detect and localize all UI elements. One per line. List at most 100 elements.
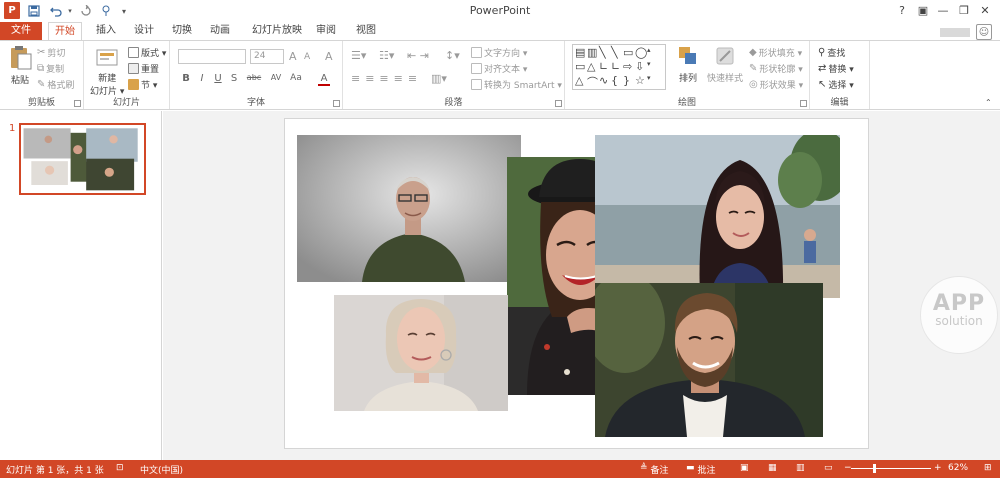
help-icon[interactable]: ?	[893, 2, 911, 19]
slide-editing-area[interactable]	[163, 111, 1000, 460]
touch-mode-icon[interactable]	[98, 3, 114, 19]
bullets-icon[interactable]: ☰▾	[351, 49, 366, 62]
copy-button[interactable]: ⧉ 复制	[37, 62, 64, 75]
shape-arc-icon[interactable]: △	[575, 74, 587, 88]
powerpoint-logo-icon[interactable]: P	[4, 2, 20, 19]
paste-button[interactable]: 粘贴	[7, 45, 33, 86]
save-icon[interactable]	[26, 3, 42, 19]
tab-view[interactable]: 视图	[352, 22, 380, 40]
reset-button[interactable]: 重置	[128, 62, 159, 75]
shape-brace2-icon[interactable]: }	[623, 74, 635, 88]
photo-woman-older[interactable]	[334, 295, 508, 411]
shape-rect2-icon[interactable]: ▭	[575, 60, 587, 74]
shape-fill-button[interactable]: ◆ 形状填充 ▾	[749, 46, 802, 59]
convert-smartart-button[interactable]: 转换为 SmartArt ▾	[471, 78, 562, 91]
tab-home[interactable]: 开始	[48, 22, 82, 41]
format-painter-button[interactable]: ✎ 格式刷	[37, 78, 74, 91]
tab-insert[interactable]: 插入	[92, 22, 120, 40]
notes-button[interactable]: ≜ 备注	[640, 463, 669, 476]
shape-textbox-icon[interactable]: ▤	[575, 46, 587, 60]
reading-view-icon[interactable]: ▥	[796, 463, 805, 473]
avatar[interactable]: ☺	[976, 24, 992, 40]
shape-oval-icon[interactable]: ◯	[635, 46, 647, 60]
slide-info[interactable]: 幻灯片 第 1 张，共 1 张	[6, 463, 104, 476]
photo-woman-outdoor[interactable]	[595, 135, 840, 298]
text-shadow-button[interactable]: S	[228, 73, 240, 84]
scroll-up-icon[interactable]: ▴	[647, 46, 659, 60]
fit-slide-icon[interactable]: ⊞	[984, 463, 992, 473]
zoom-in-button[interactable]: +	[934, 463, 942, 473]
shape-elbow-icon[interactable]: ∟	[599, 60, 611, 74]
dialog-launcher-icon[interactable]	[800, 100, 807, 107]
dialog-launcher-icon[interactable]	[74, 100, 81, 107]
photo-man-beard[interactable]	[595, 283, 823, 437]
slide-thumbnail[interactable]	[19, 123, 146, 195]
zoom-percent[interactable]: 62%	[948, 463, 968, 473]
user-account[interactable]: ☺	[940, 24, 992, 40]
tab-slideshow[interactable]: 幻灯片放映	[250, 22, 304, 40]
shapes-gallery[interactable]: ▤ ▥ ╲ ╲ ▭ ◯ ▴ ▭ △ ∟ ∟ ⇨ ⇩ ▾ △ ⌒ ∿{} ☆ ▾	[572, 44, 666, 90]
font-color-button[interactable]: A	[318, 73, 330, 86]
layout-button[interactable]: 版式 ▾	[128, 46, 166, 59]
shrink-font-button[interactable]: A	[304, 52, 310, 62]
shape-brace-icon[interactable]: {	[611, 74, 623, 88]
indent-icon[interactable]: ⇤ ⇥	[407, 49, 429, 62]
bold-button[interactable]: B	[180, 73, 192, 84]
character-spacing-button[interactable]: AV	[268, 73, 284, 82]
zoom-slider[interactable]	[851, 464, 931, 473]
zoom-slider-thumb[interactable]	[873, 464, 876, 473]
select-button[interactable]: ↖ 选择 ▾	[818, 78, 854, 91]
shape-triangle-icon[interactable]: △	[587, 60, 599, 74]
shape-arrow-icon[interactable]: ⇨	[623, 60, 635, 74]
shape-down-arrow-icon[interactable]: ⇩	[635, 60, 647, 74]
shape-line2-icon[interactable]: ╲	[611, 46, 623, 60]
language-indicator[interactable]: 中文(中国)	[140, 463, 183, 476]
restore-button[interactable]: ❐	[955, 2, 973, 19]
strikethrough-button[interactable]: abc	[244, 73, 264, 82]
close-button[interactable]: ✕	[976, 2, 994, 19]
shape-star-icon[interactable]: ☆	[635, 74, 647, 88]
normal-view-icon[interactable]: ▣	[740, 463, 749, 473]
numbering-icon[interactable]: ☷▾	[379, 49, 394, 62]
shape-rect-icon[interactable]: ▭	[623, 46, 635, 60]
replace-button[interactable]: ⇄ 替换 ▾	[818, 62, 854, 75]
shape-effects-button[interactable]: ◎ 形状效果 ▾	[749, 78, 803, 91]
align-icons[interactable]: ≡≡≡≡≡	[351, 72, 422, 85]
align-text-button[interactable]: 对齐文本 ▾	[471, 62, 527, 75]
arrange-button[interactable]: 排列	[677, 45, 699, 84]
tab-design[interactable]: 设计	[130, 22, 158, 40]
tab-review[interactable]: 审阅	[312, 22, 340, 40]
shape-outline-button[interactable]: ✎ 形状轮廓 ▾	[749, 62, 803, 75]
font-size-combobox[interactable]: 24	[250, 49, 284, 64]
cut-button[interactable]: ✂ 剪切	[37, 46, 65, 59]
dialog-launcher-icon[interactable]	[555, 100, 562, 107]
find-button[interactable]: ⚲ 查找	[818, 46, 845, 59]
chevron-down-icon[interactable]: ▾	[116, 3, 132, 19]
shape-vtextbox-icon[interactable]: ▥	[587, 46, 599, 60]
line-spacing-icon[interactable]: ↕▾	[445, 49, 460, 62]
tab-animations[interactable]: 动画	[206, 22, 234, 40]
spellcheck-icon[interactable]: ⊡	[116, 463, 124, 473]
collapse-ribbon-icon[interactable]: ⌃	[985, 98, 992, 107]
section-button[interactable]: 节 ▾	[128, 78, 157, 91]
more-shapes-icon[interactable]: ▾	[647, 74, 659, 88]
grow-font-button[interactable]: A	[289, 50, 297, 63]
underline-button[interactable]: U	[212, 73, 224, 84]
shape-elbow2-icon[interactable]: ∟	[611, 60, 623, 74]
tab-file[interactable]: 文件	[0, 22, 42, 40]
quick-styles-button[interactable]: 快速样式	[707, 45, 743, 84]
redo-icon[interactable]	[78, 3, 94, 19]
scroll-down-icon[interactable]: ▾	[647, 60, 659, 74]
shape-wave-icon[interactable]: ∿	[599, 74, 611, 88]
photo-man-gray-background[interactable]	[297, 135, 521, 282]
font-name-combobox[interactable]	[178, 49, 246, 64]
clear-formatting-button[interactable]: A	[325, 50, 333, 63]
comments-button[interactable]: ▬ 批注	[686, 463, 716, 476]
slideshow-icon[interactable]: ▭	[824, 463, 833, 473]
italic-button[interactable]: I	[196, 73, 208, 84]
undo-dropdown-icon[interactable]: ▾	[62, 3, 78, 19]
ribbon-display-options-icon[interactable]: ▣	[914, 2, 932, 19]
columns-icon[interactable]: ▥▾	[431, 72, 447, 85]
tab-transitions[interactable]: 切换	[168, 22, 196, 40]
change-case-button[interactable]: Aa	[288, 73, 304, 83]
